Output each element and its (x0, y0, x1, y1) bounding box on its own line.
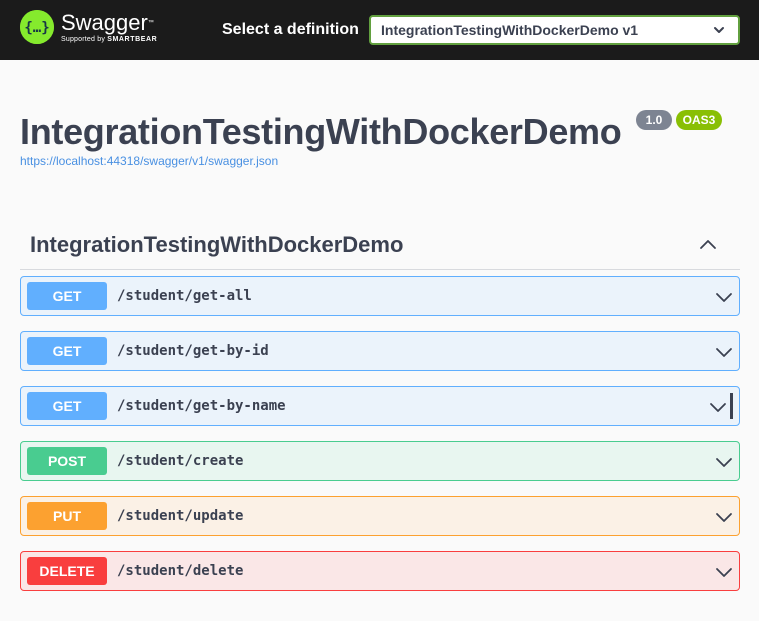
operation-path: /student/delete (117, 563, 244, 579)
method-badge: GET (27, 392, 107, 420)
chevron-down-icon[interactable] (709, 398, 727, 416)
logo-name: Swagger (61, 10, 148, 35)
operation-path: /student/create (117, 453, 244, 469)
definition-select[interactable]: IntegrationTestingWithDockerDemo v1 (369, 15, 740, 45)
chevron-down-icon[interactable] (715, 563, 733, 581)
topbar: {…} Swagger™ Supported by SMARTBEAR Sele… (0, 0, 759, 60)
operation-get-all[interactable]: GET /student/get-all (20, 276, 740, 316)
api-title: IntegrationTestingWithDockerDemo (20, 111, 622, 152)
chevron-down-icon[interactable] (715, 508, 733, 526)
logo-text: Swagger™ Supported by SMARTBEAR (61, 11, 157, 45)
method-badge: GET (27, 337, 107, 365)
definition-label: Select a definition (222, 21, 359, 38)
tag-section-header[interactable]: IntegrationTestingWithDockerDemo (20, 224, 740, 270)
logo-company: SMARTBEAR (107, 36, 158, 43)
chevron-down-icon[interactable] (715, 453, 733, 471)
chevron-up-icon[interactable] (698, 235, 718, 255)
svg-text:{…}: {…} (24, 20, 49, 36)
operation-create[interactable]: POST /student/create (20, 441, 740, 481)
chevron-down-icon[interactable] (715, 343, 733, 361)
chevron-down-icon[interactable] (715, 288, 733, 306)
operation-get-by-name[interactable]: GET /student/get-by-name (20, 386, 740, 426)
operation-path: /student/get-by-name (117, 398, 286, 414)
operation-delete[interactable]: DELETE /student/delete (20, 551, 740, 591)
scrollbar-thumb[interactable] (730, 393, 733, 419)
chevron-down-icon (714, 27, 724, 33)
method-badge: PUT (27, 502, 107, 530)
operation-path: /student/get-all (117, 288, 252, 304)
logo-subtitle: Supported by SMARTBEAR (61, 35, 157, 45)
method-badge: GET (27, 282, 107, 310)
operation-path: /student/get-by-id (117, 343, 269, 359)
swagger-logo-icon: {…} (20, 10, 54, 44)
swagger-json-link[interactable]: https://localhost:44318/swagger/v1/swagg… (20, 154, 278, 168)
logo-trademark: ™ (147, 20, 154, 26)
tag-name: IntegrationTestingWithDockerDemo (30, 232, 404, 257)
operation-update[interactable]: PUT /student/update (20, 496, 740, 536)
operation-get-by-id[interactable]: GET /student/get-by-id (20, 331, 740, 371)
version-badge: 1.0 (636, 110, 672, 130)
operation-path: /student/update (117, 508, 244, 524)
definition-select-value: IntegrationTestingWithDockerDemo v1 (381, 22, 639, 38)
method-badge: DELETE (27, 557, 107, 585)
logo-supported: Supported by (61, 36, 106, 43)
method-badge: POST (27, 447, 107, 475)
swagger-logo[interactable]: {…} Swagger™ Supported by SMARTBEAR (20, 10, 157, 45)
oas-badge: OAS3 (676, 110, 722, 130)
